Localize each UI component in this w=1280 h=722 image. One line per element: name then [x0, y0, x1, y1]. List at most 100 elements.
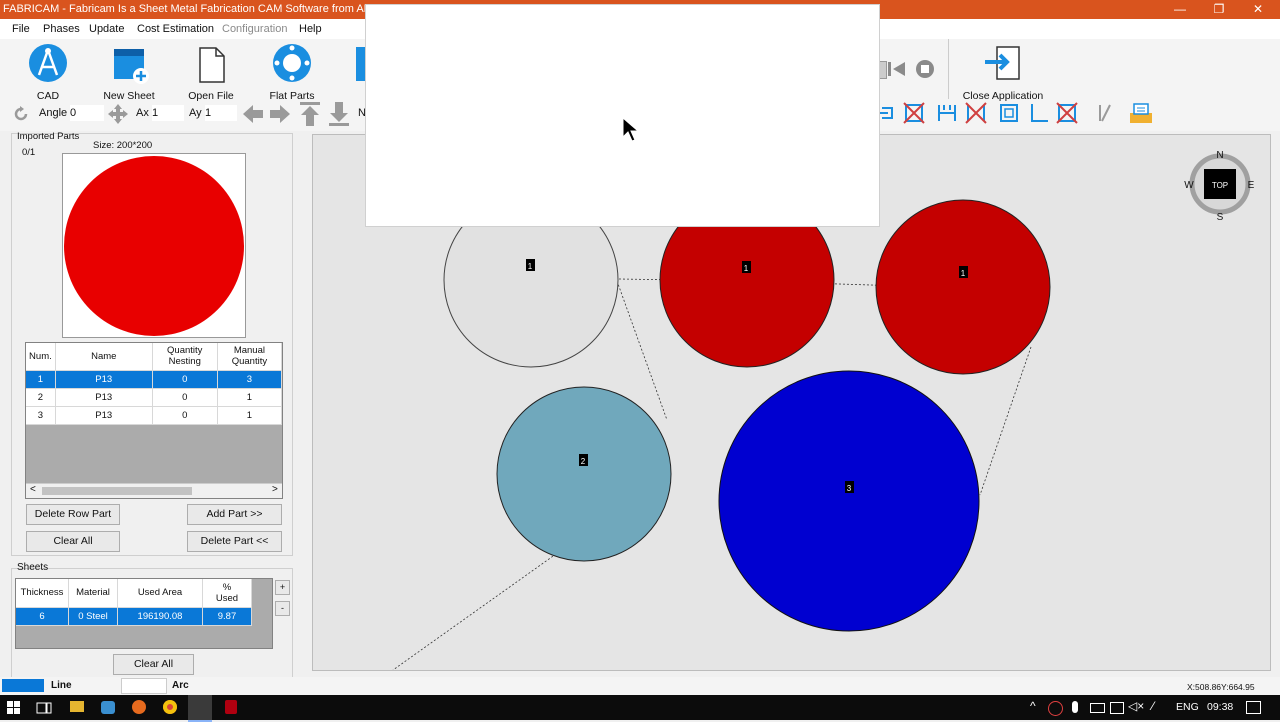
col-header-name[interactable]: Name [55, 343, 153, 371]
task-view-icon[interactable] [36, 700, 52, 716]
rotate-icon[interactable] [12, 105, 30, 123]
menu-configuration[interactable]: Configuration [222, 23, 287, 35]
arc-color-swatch[interactable] [121, 678, 167, 694]
cell[interactable]: P13 [55, 370, 153, 389]
cell[interactable]: 0 Steel [68, 607, 118, 626]
chevron-up-icon[interactable]: ^ [1030, 699, 1036, 713]
delete-part-button[interactable]: Delete Part << [187, 531, 282, 552]
table-row[interactable]: 3 P13 0 1 [26, 406, 282, 425]
col-header-material[interactable]: Material [68, 579, 118, 608]
part-circle[interactable] [496, 386, 672, 562]
col-header-percent-used[interactable]: % Used [202, 579, 252, 608]
minimize-button[interactable]: — [1160, 0, 1200, 19]
clear-all-sheets-button[interactable]: Clear All [113, 654, 194, 675]
table-row[interactable]: 1 P13 0 3 [26, 370, 282, 389]
sheet-row[interactable]: 6 0 Steel 196190.08 9.87 [16, 607, 252, 626]
close-window-button[interactable]: ✕ [1238, 0, 1278, 19]
security-icon[interactable] [1048, 701, 1063, 716]
refresh-icon[interactable] [878, 103, 896, 123]
cell[interactable]: 0 [152, 388, 218, 407]
remove-sheet-button[interactable]: - [275, 601, 290, 616]
cell[interactable]: 1 [217, 388, 282, 407]
cell[interactable]: P13 [55, 388, 153, 407]
arrow-right-icon[interactable] [268, 103, 292, 125]
move-icon[interactable] [107, 103, 129, 125]
scroll-right-icon[interactable]: > [272, 484, 278, 495]
app-red-icon[interactable] [225, 700, 237, 714]
clock[interactable]: 09:38 [1207, 701, 1233, 713]
menu-file[interactable]: File [12, 23, 30, 35]
wifi-icon[interactable]: ⁄ [1152, 699, 1154, 713]
circle-part-3[interactable]: 3 [718, 370, 980, 632]
menu-help[interactable]: Help [299, 23, 322, 35]
col-header-used-area[interactable]: Used Area [117, 579, 203, 608]
add-part-button[interactable]: Add Part >> [187, 504, 282, 525]
maximize-button[interactable]: ❐ [1199, 0, 1239, 19]
line-color-swatch[interactable] [2, 679, 44, 692]
ax-input[interactable]: 1 [152, 105, 184, 121]
slash-icon[interactable] [1096, 102, 1114, 124]
close-application-button[interactable]: Close Application [962, 43, 1044, 102]
language-indicator[interactable]: ENG [1176, 701, 1199, 713]
chrome-icon[interactable] [163, 700, 177, 714]
arrow-left-icon[interactable] [241, 103, 265, 125]
firefox-icon[interactable] [132, 700, 146, 714]
volume-icon[interactable]: ◁× [1128, 699, 1144, 713]
col-header-manual-quantity[interactable]: Manual Quantity [217, 343, 282, 371]
network-icon[interactable] [1110, 702, 1124, 714]
circle-part-1c[interactable]: 1 [875, 199, 1051, 375]
part-circle[interactable] [875, 199, 1051, 375]
align-icon[interactable] [936, 102, 958, 124]
print-icon[interactable] [1128, 101, 1154, 125]
cell[interactable]: 6 [16, 607, 69, 626]
battery-icon[interactable] [1090, 703, 1105, 713]
col-header-thickness[interactable]: Thickness [16, 579, 69, 608]
col-header-quantity-nesting[interactable]: Quantity Nesting [152, 343, 218, 371]
windows-start-icon[interactable] [7, 701, 21, 715]
cell[interactable]: P13 [55, 406, 153, 425]
arrow-down-icon[interactable] [328, 101, 350, 127]
cell[interactable]: 3 [26, 406, 56, 425]
cell[interactable]: 0 [152, 370, 218, 389]
cell[interactable]: 3 [217, 370, 282, 389]
skip-back-icon[interactable] [886, 59, 908, 79]
cad-button[interactable]: CAD [22, 43, 74, 102]
view-compass[interactable]: TOP N S E W [1184, 150, 1254, 223]
file-explorer-icon[interactable] [70, 701, 84, 712]
cell[interactable]: 9.87 [202, 607, 252, 626]
table-row[interactable]: 2 P13 0 1 [26, 388, 282, 407]
ay-input[interactable]: 1 [205, 105, 237, 121]
menu-cost-estimation[interactable]: Cost Estimation [137, 23, 214, 35]
delete-row-part-button[interactable]: Delete Row Part [26, 504, 120, 525]
cell[interactable]: 1 [217, 406, 282, 425]
delete-frame-icon[interactable] [1056, 102, 1078, 124]
horizontal-scrollbar[interactable]: < > [26, 483, 282, 498]
add-sheet-button[interactable]: + [275, 580, 290, 595]
cell[interactable]: 1 [26, 370, 56, 389]
open-file-button[interactable]: Open File [185, 43, 237, 102]
menu-update[interactable]: Update [89, 23, 124, 35]
scrollbar-thumb[interactable] [42, 487, 192, 495]
stop-icon[interactable] [914, 58, 936, 80]
notification-icon[interactable] [1246, 701, 1261, 714]
cell[interactable]: 0 [152, 406, 218, 425]
scroll-left-icon[interactable]: < [30, 484, 36, 495]
menu-phases[interactable]: Phases [43, 23, 80, 35]
microphone-icon[interactable] [1072, 701, 1078, 713]
new-sheet-button[interactable]: New Sheet [103, 43, 155, 102]
col-header-num[interactable]: Num. [26, 343, 56, 371]
corner-icon[interactable] [1028, 102, 1050, 124]
clear-all-parts-button[interactable]: Clear All [26, 531, 120, 552]
cell[interactable]: 196190.08 [117, 607, 203, 626]
cell[interactable]: 2 [26, 388, 56, 407]
flat-parts-button[interactable]: Flat Parts [266, 43, 318, 102]
fabricam-taskbar-icon[interactable] [188, 695, 212, 722]
frame-icon[interactable] [998, 102, 1020, 124]
blank-popup-window[interactable] [365, 4, 880, 227]
part-circle[interactable] [718, 370, 980, 632]
angle-input[interactable]: 0 [70, 105, 104, 121]
delete-all-icon[interactable] [903, 102, 925, 124]
circle-part-2[interactable]: 2 [496, 386, 672, 562]
arrow-up-icon[interactable] [299, 101, 321, 127]
delete-align-icon[interactable] [965, 102, 987, 124]
